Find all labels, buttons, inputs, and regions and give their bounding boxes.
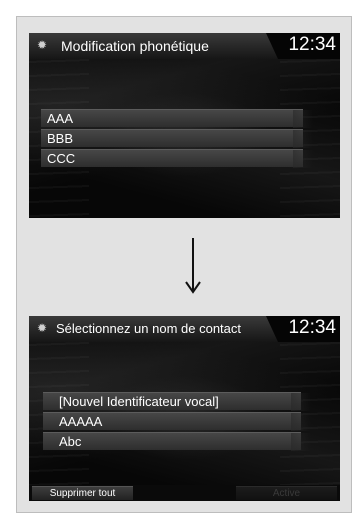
- clock: 12:34: [288, 317, 336, 338]
- contact-select-screen: ✹ Sélectionnez un nom de contact 12:34 […: [29, 316, 340, 501]
- title-bar: ✹ Modification phonétique 12:34: [29, 33, 340, 59]
- settings-gear-icon: ✹: [37, 321, 48, 335]
- list-item[interactable]: AAA: [41, 109, 313, 128]
- list-item[interactable]: Abc: [43, 432, 311, 451]
- phonetic-modification-screen: ✹ Modification phonétique 12:34 AAA BBB …: [29, 33, 340, 218]
- clock-tab: 12:34: [266, 33, 340, 59]
- list-item[interactable]: AAAAA: [43, 412, 311, 431]
- settings-gear-icon: ✹: [37, 38, 48, 52]
- name-list: AAA BBB CCC: [41, 109, 313, 169]
- screen-title: Sélectionnez un nom de contact: [56, 321, 242, 336]
- list-item-new-voice-tag[interactable]: [Nouvel Identificateur vocal]: [43, 392, 311, 411]
- list-item[interactable]: CCC: [41, 149, 313, 168]
- clock-tab: 12:34: [266, 316, 340, 342]
- arrow-down-icon: [185, 238, 201, 294]
- list-item[interactable]: BBB: [41, 129, 313, 148]
- delete-all-button[interactable]: Supprimer tout: [32, 486, 133, 500]
- screen-title: Modification phonétique: [61, 38, 209, 54]
- clock: 12:34: [288, 34, 336, 55]
- active-button[interactable]: Active: [236, 486, 337, 500]
- contact-list: [Nouvel Identificateur vocal] AAAAA Abc: [43, 392, 311, 452]
- bottom-bar: Supprimer tout Active: [29, 485, 340, 501]
- title-bar: ✹ Sélectionnez un nom de contact 12:34: [29, 316, 340, 342]
